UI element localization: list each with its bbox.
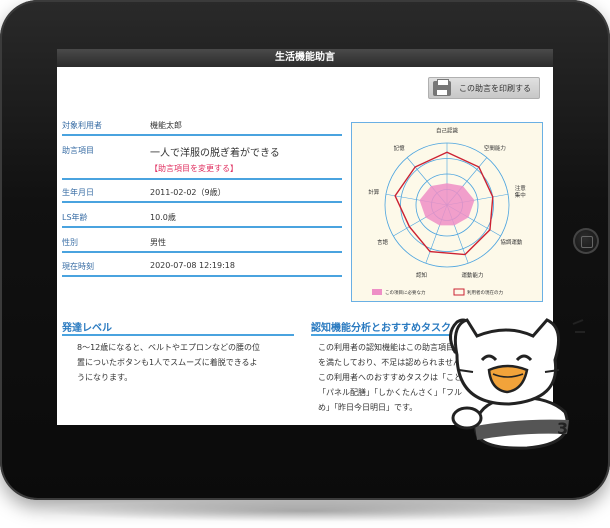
cat-mascot-illustration: 3 — [437, 300, 587, 450]
change-advice-item-link[interactable]: 【助言項目を変更する】 — [150, 163, 238, 174]
radar-axis-label: 計算 — [368, 188, 380, 196]
info-row-current-time: 現在時刻 2020-07-08 12:19:18 — [62, 257, 342, 277]
radar-axis-label: 自己認識 — [436, 127, 459, 135]
legend-swatch-current — [453, 288, 465, 296]
info-label: 対象利用者 — [62, 121, 102, 130]
info-row-birthdate: 生年月日 2011-02-02（9歳） — [62, 183, 342, 203]
info-row-ls-age: LS年齢 10.0歳 — [62, 208, 342, 228]
radar-axis-label: 協調運動 — [500, 238, 523, 246]
radar-chart: 自己認識空間能力注意集中協調運動運動能力 認知 言語 計算 記憶この項目に必要な力 利用者… — [368, 127, 527, 296]
page-title: 生活機能助言 — [57, 49, 553, 67]
info-value: 2020-07-08 12:19:18 — [150, 261, 235, 270]
info-value: 機能太郎 — [150, 121, 182, 130]
development-level-title: 発達レベル — [62, 323, 112, 334]
printer-icon — [433, 79, 451, 96]
radar-axis-label: 集中 — [515, 191, 526, 199]
info-value: 10.0歳 — [150, 213, 176, 222]
info-value: 2011-02-02（9歳） — [150, 188, 226, 197]
info-label: 性別 — [62, 238, 78, 247]
development-title-underline — [62, 334, 294, 336]
info-label: 生年月日 — [62, 188, 94, 197]
info-value: 男性 — [150, 238, 166, 247]
mascot-label: 3 — [557, 419, 568, 438]
info-label: 助言項目 — [62, 146, 94, 155]
legend-swatch-required — [372, 289, 382, 295]
print-advice-button[interactable]: この助言を印刷する — [428, 77, 540, 99]
info-value: 一人で洋服の脱ぎ着ができる — [150, 148, 280, 159]
tablet-shadow — [40, 500, 570, 522]
legend-label-required: この項目に必要な力 — [385, 289, 426, 296]
development-line: うになります。 — [77, 373, 133, 382]
radar-axis-label: 認知 — [416, 271, 427, 279]
info-label: LS年齢 — [62, 213, 88, 222]
cognitive-analysis-title: 認知機能分析とおすすめタスク — [311, 323, 451, 334]
legend-label-current: 利用者の現在の力 — [467, 289, 503, 296]
development-text: 8～12歳になると、ベルトやエプロンなどの腰の位 置についたボタンも1人でスムー… — [77, 340, 307, 385]
radar-chart-panel: 自己認識空間能力注意 集中協調運動運動能力 認知 言語 計算 記憶この項目に必要な力 利用者… — [351, 122, 543, 302]
info-label: 現在時刻 — [62, 262, 94, 271]
cat-mascot-icon: 3 — [449, 318, 585, 450]
radar-series-required — [419, 183, 475, 226]
print-button-label: この助言を印刷する — [459, 84, 531, 93]
radar-axis-label: 運動能力 — [461, 271, 483, 279]
radar-axis-label: 空間能力 — [484, 144, 506, 152]
radar-axis-label: 言語 — [377, 238, 389, 246]
home-button[interactable] — [573, 228, 599, 254]
info-row-advice-item: 助言項目 一人で洋服の脱ぎ着ができる 【助言項目を変更する】 — [62, 141, 342, 180]
development-line: 置についたボタンも1人でスムーズに着脱できるよ — [77, 358, 258, 367]
radar-axis-label: 注意 — [515, 184, 527, 192]
info-row-user: 対象利用者 機能太郎 — [62, 117, 342, 136]
info-row-gender: 性別 男性 — [62, 233, 342, 253]
development-line: 8～12歳になると、ベルトやエプロンなどの腰の位 — [77, 343, 260, 352]
radar-axis-label: 記憶 — [394, 144, 406, 152]
